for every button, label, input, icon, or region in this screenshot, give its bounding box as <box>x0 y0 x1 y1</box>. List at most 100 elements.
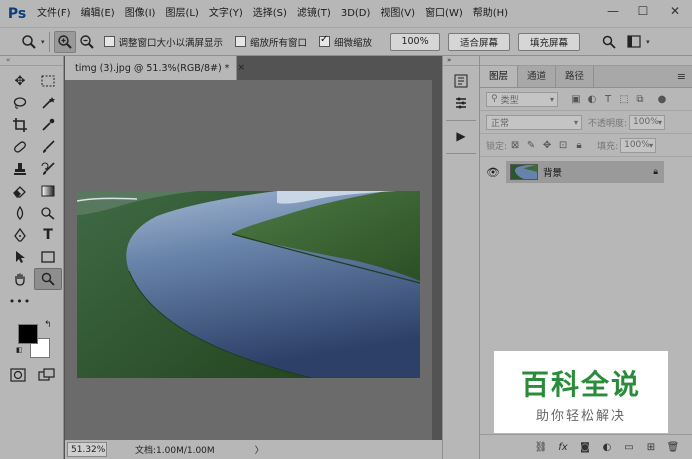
document-tab-strip: timg (3).jpg @ 51.3%(RGB/8#) * × <box>65 56 442 80</box>
lock-image-icon[interactable]: ✎ <box>523 140 539 151</box>
menu-filter[interactable]: 滤镜(T) <box>292 0 336 27</box>
quick-mask-icon[interactable] <box>10 368 26 385</box>
tab-paths[interactable]: 路径 <box>556 66 595 87</box>
lasso-tool-icon[interactable] <box>6 92 34 114</box>
brush-tool-icon[interactable] <box>34 136 62 158</box>
filter-smart-object-icon[interactable]: ⧉ <box>632 94 648 105</box>
panel-menu-icon[interactable]: ≡ <box>677 70 686 83</box>
add-mask-icon[interactable]: ◙ <box>574 442 596 453</box>
layer-effects-icon[interactable]: fx <box>552 442 574 453</box>
menu-type[interactable]: 文字(Y) <box>204 0 248 27</box>
lock-artboard-icon[interactable]: ⊡ <box>555 140 571 151</box>
toolbox-collapse-icon[interactable]: « <box>0 56 63 66</box>
filter-pixel-icon[interactable]: ▣ <box>568 94 584 105</box>
filter-adjustment-icon[interactable]: ◐ <box>584 94 600 105</box>
scrubby-zoom-checkbox[interactable]: 细微缩放 <box>319 34 372 49</box>
pen-tool-icon[interactable] <box>6 224 34 246</box>
magic-wand-tool-icon[interactable] <box>34 92 62 114</box>
rectangle-tool-icon[interactable] <box>34 246 62 268</box>
screen-mode-icon[interactable] <box>38 368 56 385</box>
workspace-dropdown-arrow-icon[interactable]: ▾ <box>646 38 650 46</box>
zoom-tool-preset-icon[interactable] <box>18 31 40 53</box>
checkbox-box[interactable] <box>103 36 115 47</box>
menu-file[interactable]: 文件(F) <box>32 0 76 27</box>
fill-field[interactable]: 100% <box>620 137 657 153</box>
actions-play-icon[interactable]: ▶ <box>448 125 474 147</box>
blur-tool-icon[interactable] <box>6 202 34 224</box>
new-group-icon[interactable]: ▭ <box>618 442 640 453</box>
minimize-button[interactable]: — <box>598 0 628 22</box>
menu-edit[interactable]: 编辑(E) <box>76 0 120 27</box>
filter-kind-select[interactable]: ⚲ 类型 <box>486 91 558 107</box>
menu-image[interactable]: 图像(I) <box>120 0 161 27</box>
healing-brush-tool-icon[interactable] <box>6 136 34 158</box>
new-adjustment-layer-icon[interactable]: ◐ <box>596 442 618 453</box>
edit-toolbar-icon[interactable]: ••• <box>6 290 34 312</box>
tab-layers[interactable]: 图层 <box>480 66 519 87</box>
strip-grip-icon[interactable]: » <box>443 56 479 66</box>
crop-tool-icon[interactable] <box>6 114 34 136</box>
opacity-field[interactable]: 100% <box>629 114 666 130</box>
vertical-scrollbar[interactable] <box>432 80 442 440</box>
menu-view[interactable]: 视图(V) <box>375 0 420 27</box>
foreground-color-swatch[interactable] <box>18 324 38 344</box>
zoom-all-windows-checkbox[interactable]: 缩放所有窗口 <box>235 35 307 49</box>
layer-item-background[interactable]: 背景 🔒︎ <box>506 161 664 183</box>
menu-layer[interactable]: 图层(L) <box>160 0 203 27</box>
lock-position-icon[interactable]: ✥ <box>539 140 555 151</box>
lock-all-icon[interactable]: 🔒︎ <box>571 140 587 151</box>
collapsed-panel-strip: » ▶ <box>442 56 480 459</box>
blend-mode-select[interactable]: 正常 <box>486 114 582 130</box>
delete-layer-icon[interactable]: 🗑︎ <box>662 442 684 453</box>
fit-screen-button[interactable]: 适合屏幕 <box>448 32 511 51</box>
checkbox-box-checked[interactable] <box>319 34 331 47</box>
filter-type-icon[interactable]: T <box>600 94 616 105</box>
marquee-tool-icon[interactable] <box>34 70 62 92</box>
close-tab-icon[interactable]: × <box>237 63 245 73</box>
history-brush-tool-icon[interactable] <box>34 158 62 180</box>
zoom-tool-icon[interactable] <box>34 268 62 290</box>
checkbox-box[interactable] <box>235 36 247 47</box>
eyedropper-tool-icon[interactable] <box>34 114 62 136</box>
restore-button[interactable]: ☐ <box>628 0 658 22</box>
eye-icon[interactable]: 👁︎ <box>480 166 506 179</box>
zoom-100-button[interactable]: 100% <box>390 32 441 51</box>
menu-3d[interactable]: 3D(D) <box>336 0 376 27</box>
gradient-tool-icon[interactable] <box>34 180 62 202</box>
dodge-tool-icon[interactable] <box>34 202 62 224</box>
hand-tool-icon[interactable] <box>6 268 34 290</box>
zoom-out-icon[interactable] <box>76 31 98 53</box>
resize-windows-checkbox[interactable]: 调整窗口大小以满屏显示 <box>103 35 223 49</box>
zoom-level-field[interactable]: 51.32% <box>67 442 107 457</box>
workspace-switcher-icon[interactable] <box>624 31 646 53</box>
eraser-tool-icon[interactable] <box>6 180 34 202</box>
type-tool-icon[interactable]: T <box>34 224 62 246</box>
canvas-workspace[interactable] <box>65 80 432 440</box>
properties-panel-icon[interactable] <box>448 92 474 114</box>
menu-select[interactable]: 选择(S) <box>248 0 292 27</box>
move-tool-icon[interactable]: ✥ <box>6 70 34 92</box>
menu-window[interactable]: 窗口(W) <box>420 0 468 27</box>
tab-channels[interactable]: 通道 <box>518 66 557 87</box>
close-window-button[interactable]: ✕ <box>660 0 690 22</box>
menu-help[interactable]: 帮助(H) <box>468 0 513 27</box>
filter-shape-icon[interactable]: ⬚ <box>616 94 632 105</box>
status-menu-arrow-icon[interactable]: 〉 <box>255 443 264 456</box>
swap-colors-icon[interactable]: ↰ <box>44 320 52 330</box>
document-tab[interactable]: timg (3).jpg @ 51.3%(RGB/8#) * × <box>65 56 245 80</box>
fill-screen-button[interactable]: 填充屏幕 <box>518 32 581 51</box>
layer-row[interactable]: 👁︎ 背景 🔒︎ <box>480 161 692 183</box>
path-selection-tool-icon[interactable] <box>6 246 34 268</box>
clone-stamp-tool-icon[interactable] <box>6 158 34 180</box>
lock-transparent-icon[interactable]: ⊠ <box>507 140 523 151</box>
default-colors-icon[interactable]: ◧ <box>16 346 23 354</box>
filter-toggle-icon[interactable]: ● <box>654 94 670 105</box>
new-layer-icon[interactable]: ⊞ <box>640 442 662 453</box>
preset-dropdown-arrow-icon[interactable]: ▾ <box>41 38 45 46</box>
watermark-subtitle: 助你轻松解决 <box>535 409 626 424</box>
search-icon[interactable] <box>598 31 620 53</box>
link-layers-icon[interactable]: ⛓ <box>530 442 552 453</box>
search-icon: ⚲ <box>491 94 498 104</box>
history-panel-icon[interactable] <box>448 70 474 92</box>
zoom-in-icon[interactable] <box>53 30 76 53</box>
